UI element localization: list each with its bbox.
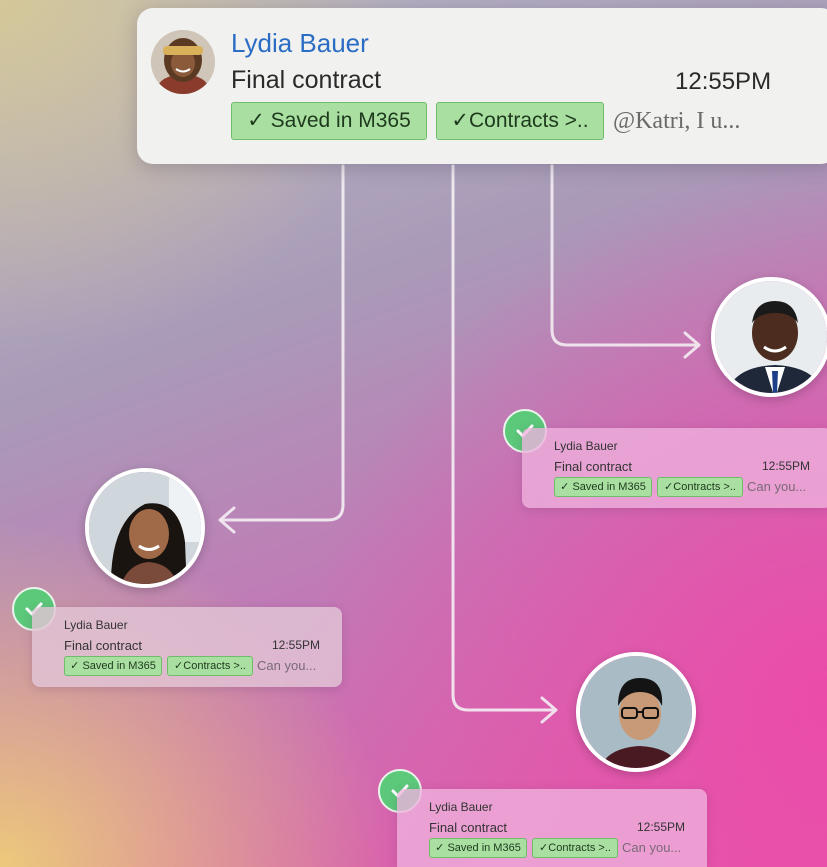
notification-sender: Lydia Bauer xyxy=(64,618,128,632)
message-preview: @Katri, I u... xyxy=(613,108,741,134)
recipient-avatar-woman xyxy=(85,468,205,588)
notification-preview: Can you... xyxy=(747,479,807,494)
contracts-folder-tag[interactable]: ✓Contracts >.. xyxy=(436,102,604,140)
notification-sender: Lydia Bauer xyxy=(429,800,493,814)
sender-avatar xyxy=(151,30,215,94)
contracts-folder-tag[interactable]: ✓Contracts >.. xyxy=(532,838,618,858)
saved-in-m365-tag[interactable]: ✓ Saved in M365 xyxy=(429,838,527,858)
contracts-folder-tag[interactable]: ✓Contracts >.. xyxy=(167,656,253,676)
notification-preview: Can you... xyxy=(622,840,682,855)
notification-subject: Final contract xyxy=(64,638,143,653)
notification-card-right[interactable]: Lydia Bauer Final contract 12:55PM ✓ Sav… xyxy=(522,428,827,508)
notification-sender: Lydia Bauer xyxy=(554,439,618,453)
message-subject: Final contract xyxy=(231,66,382,94)
notification-time: 12:55PM xyxy=(637,820,686,834)
notification-time: 12:55PM xyxy=(762,459,811,473)
main-message-card[interactable]: Lydia Bauer Final contract 12:55PM ✓ Sav… xyxy=(137,8,827,164)
notification-subject: Final contract xyxy=(554,459,633,474)
notification-time: 12:55PM xyxy=(272,638,321,652)
message-time: 12:55PM xyxy=(675,68,772,95)
contracts-folder-tag[interactable]: ✓Contracts >.. xyxy=(657,477,743,497)
sender-name: Lydia Bauer xyxy=(231,28,369,58)
saved-in-m365-tag[interactable]: ✓ Saved in M365 xyxy=(231,102,427,140)
notification-card-left[interactable]: Lydia Bauer Final contract 12:55PM ✓ Sav… xyxy=(32,607,342,687)
notification-subject: Final contract xyxy=(429,820,508,835)
notification-card-bottom[interactable]: Lydia Bauer Final contract 12:55PM ✓ Sav… xyxy=(397,789,707,867)
saved-in-m365-tag[interactable]: ✓ Saved in M365 xyxy=(64,656,162,676)
notification-preview: Can you... xyxy=(257,658,317,673)
recipient-avatar-executive xyxy=(711,277,827,397)
recipient-avatar-man-glasses xyxy=(576,652,696,772)
saved-in-m365-tag[interactable]: ✓ Saved in M365 xyxy=(554,477,652,497)
